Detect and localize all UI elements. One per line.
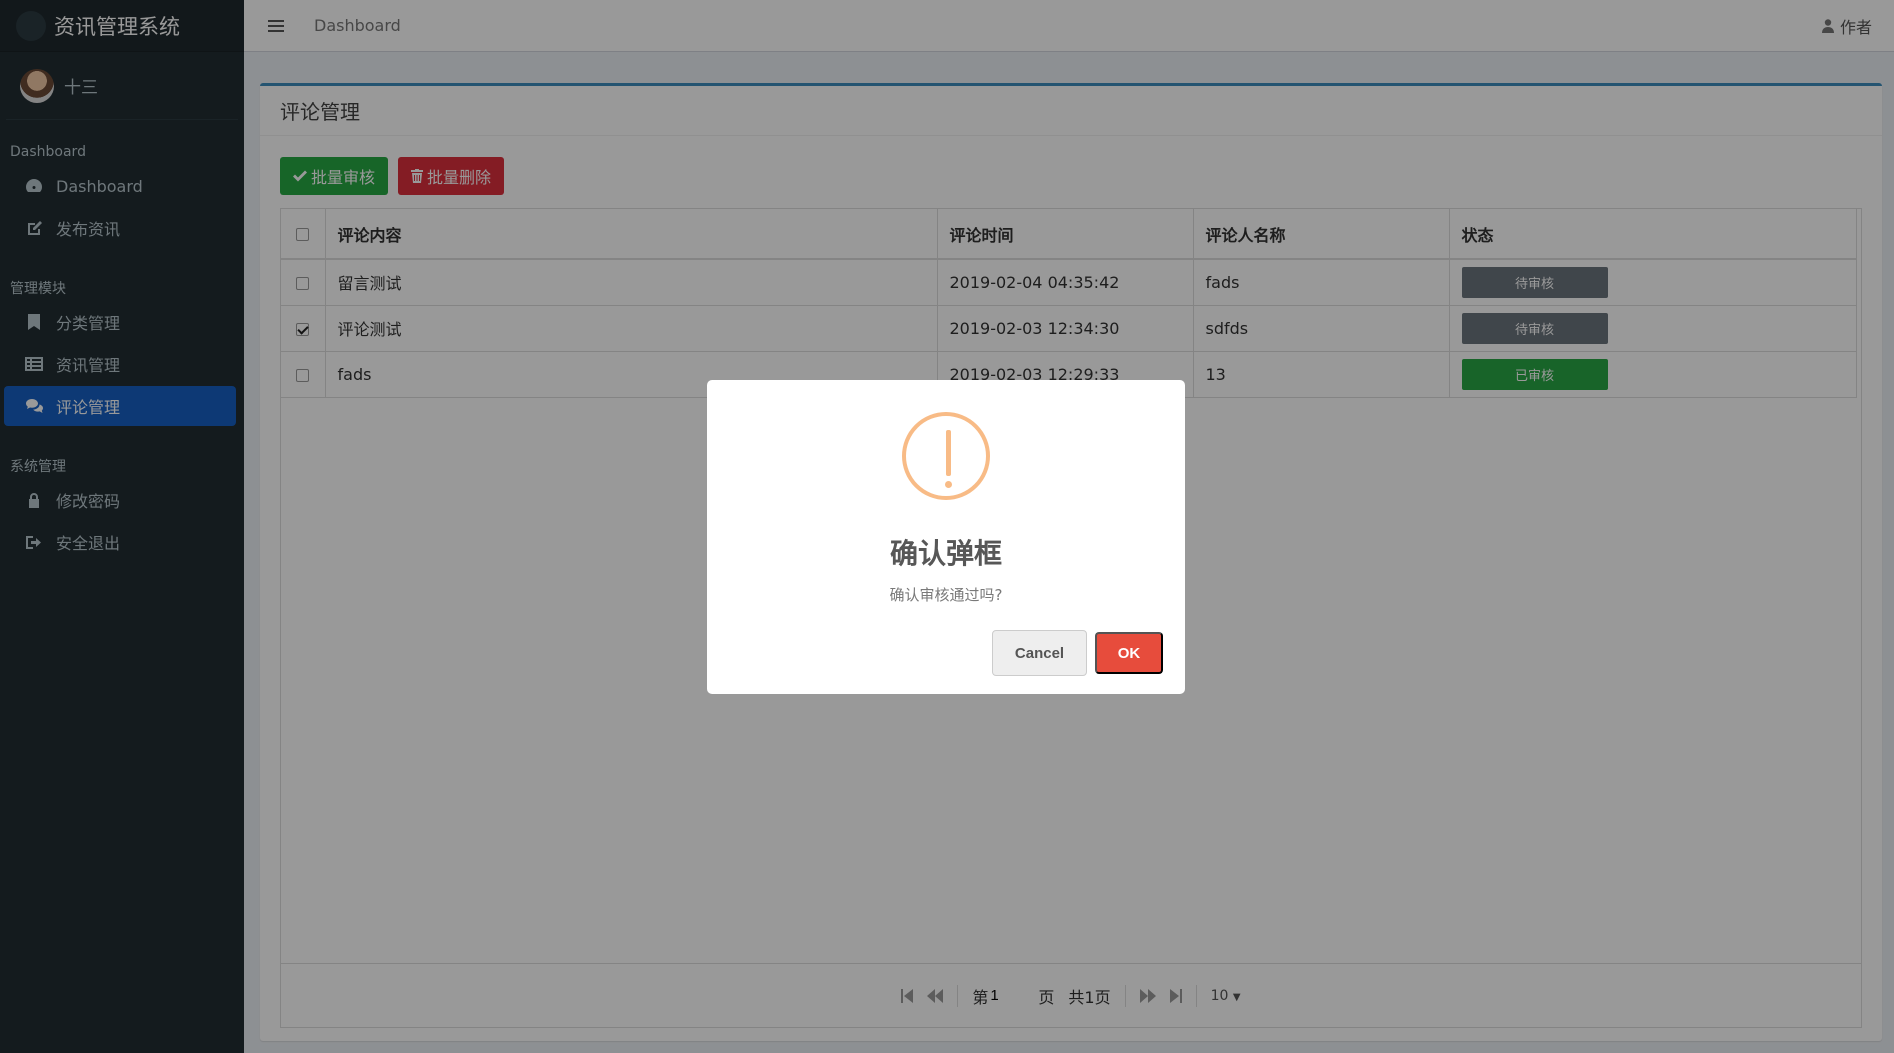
ok-button[interactable]: OK xyxy=(1095,632,1163,674)
dialog-actions: Cancel OK xyxy=(992,630,1163,676)
confirm-dialog: 确认弹框 确认审核通过吗? Cancel OK xyxy=(707,380,1185,694)
dialog-message: 确认审核通过吗? xyxy=(889,586,1003,604)
dialog-title: 确认弹框 xyxy=(889,537,1002,570)
warning-icon xyxy=(902,412,990,500)
cancel-button[interactable]: Cancel xyxy=(992,630,1087,676)
